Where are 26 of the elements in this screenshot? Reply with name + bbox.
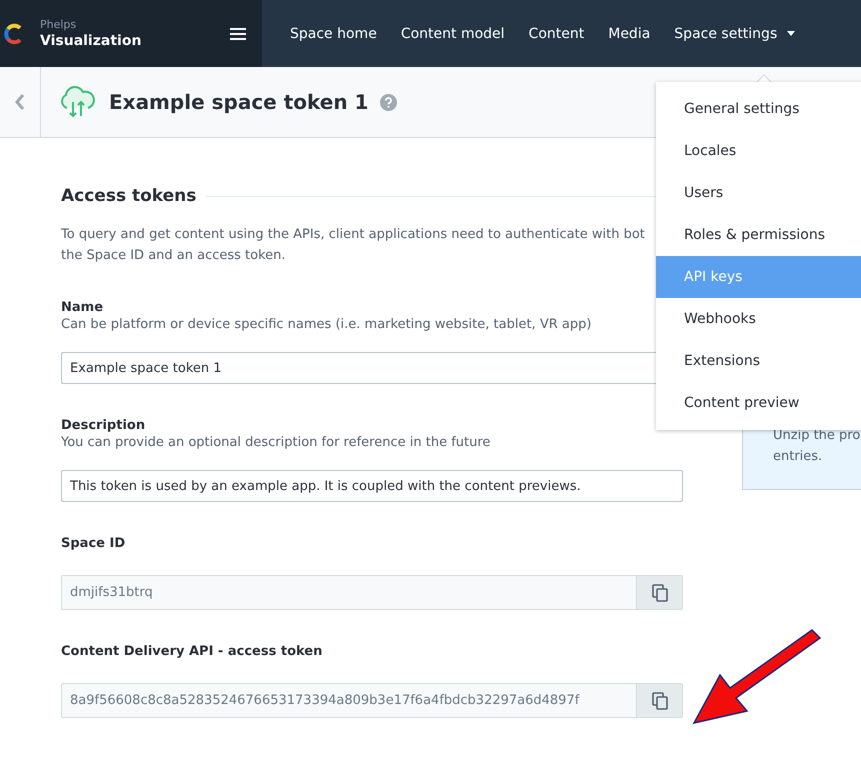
section-title: Access tokens: [61, 186, 196, 206]
field-label: Name: [61, 300, 104, 315]
space-name: Visualization: [40, 33, 142, 49]
menu-item[interactable]: Roles & permissions: [656, 214, 861, 256]
field-label: Content Delivery API - access token: [61, 644, 324, 659]
menu-item[interactable]: Content preview: [656, 382, 861, 424]
read-only-field[interactable]: 8a9f56608c8c8a5283524676653173394a809b3e17f6a4fbdcb32297a6d4897f: [61, 683, 683, 718]
input-field[interactable]: This token is used by an example app. It is coupled with the content previews.: [61, 470, 683, 502]
menu-item[interactable]: General settings: [656, 88, 861, 130]
field-label: Space ID: [61, 536, 126, 551]
nav-tab[interactable]: Media: [596, 0, 662, 67]
menu-item[interactable]: Users: [656, 172, 861, 214]
nav-tab[interactable]: Space settings: [662, 0, 808, 67]
organization-name: Phelps: [40, 18, 78, 31]
read-only-field[interactable]: dmjifs31btrq: [61, 575, 683, 610]
nav-tab[interactable]: Content model: [388, 0, 517, 67]
nav-tab[interactable]: Space home: [278, 0, 389, 67]
field-hint: Can be platform or device specific names (i.e. marketing website, tablet, VR app): [61, 317, 592, 332]
field-label: Description: [61, 418, 146, 433]
menu-item[interactable]: Webhooks: [656, 298, 861, 340]
menu-item[interactable]: Locales: [656, 130, 861, 172]
intro-text: the Space ID and an access token.: [61, 247, 287, 265]
intro-text: To query and get content using the APIs, client applications need to authenticate with bot: [61, 226, 646, 244]
field-hint: You can provide an optional description for reference in the future: [61, 435, 492, 450]
page-title: Example space token 1: [109, 90, 368, 114]
nav-tab[interactable]: Content: [516, 0, 596, 67]
